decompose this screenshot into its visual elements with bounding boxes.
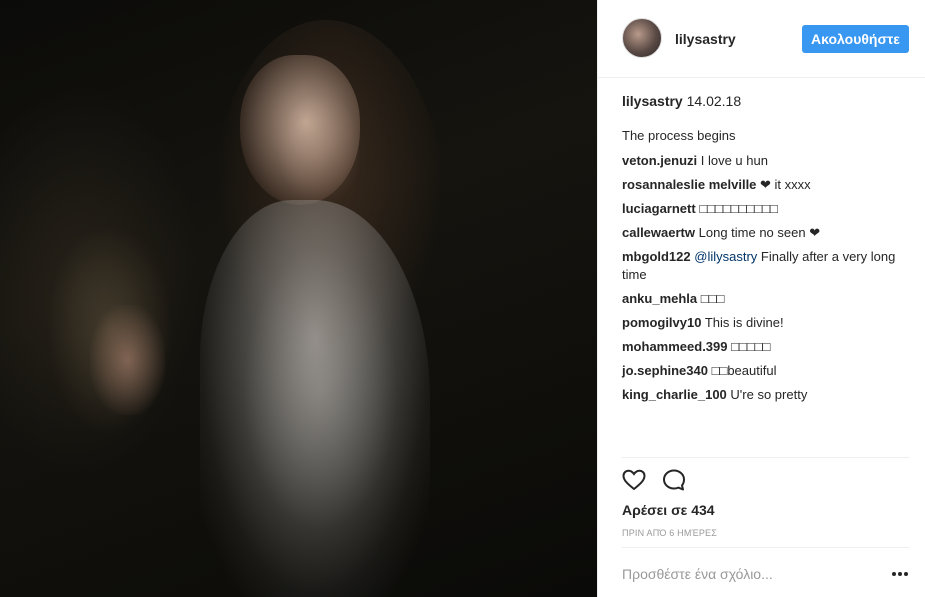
- photo-blouse: [200, 200, 430, 597]
- list-item: luciagarnett □□□□□□□□□□: [622, 200, 912, 218]
- comment-divider: [622, 547, 910, 548]
- post-photo[interactable]: [0, 0, 597, 597]
- list-item: veton.jenuzi I love u hun: [622, 152, 912, 170]
- heart-icon[interactable]: [622, 468, 646, 492]
- caption-line: lilysastry 14.02.18: [622, 92, 912, 110]
- post-description: The process begins: [622, 127, 912, 145]
- list-item: rosannaleslie melville ❤ it xxxx: [622, 176, 912, 194]
- photo-face: [240, 55, 360, 205]
- comment-username[interactable]: mbgold122: [622, 249, 691, 264]
- comment-username[interactable]: callewaertw: [622, 225, 695, 240]
- list-item: pomogilvy10 This is divine!: [622, 314, 912, 332]
- list-item: anku_mehla □□□: [622, 290, 912, 308]
- likes-count[interactable]: Αρέσει σε 434: [622, 502, 715, 518]
- comment-text: This is divine!: [704, 315, 784, 330]
- description-text: The process begins: [622, 128, 736, 143]
- caption-date: 14.02.18: [686, 93, 742, 109]
- comment-username[interactable]: luciagarnett: [622, 201, 696, 216]
- comment-text: □□beautiful: [711, 363, 777, 378]
- caption-username[interactable]: lilysastry: [622, 93, 683, 109]
- list-item: jo.sephine340 □□beautiful: [622, 362, 912, 380]
- avatar[interactable]: [622, 18, 662, 58]
- more-options-icon[interactable]: [890, 566, 910, 582]
- comment-text: □□□: [700, 291, 725, 306]
- comment-text: I love u hun: [700, 153, 768, 168]
- author-username[interactable]: lilysastry: [675, 31, 736, 47]
- comment-text: □□□□□□□□□□: [699, 201, 778, 216]
- follow-button[interactable]: Ακολουθήστε: [802, 25, 909, 53]
- comment-bubble-icon[interactable]: [662, 468, 686, 492]
- comments-list: lilysastry 14.02.18 The process begins v…: [622, 92, 912, 410]
- list-item: king_charlie_100 U're so pretty: [622, 386, 912, 404]
- comment-text: U're so pretty: [730, 387, 808, 402]
- comment-text: Long time no seen ❤: [698, 225, 821, 240]
- list-item: mbgold122 @lilysastry Finally after a ve…: [622, 248, 912, 284]
- list-item: callewaertw Long time no seen ❤: [622, 224, 912, 242]
- comment-mention[interactable]: @lilysastry: [694, 249, 757, 264]
- post-timestamp: ΠΡΙΝ ΑΠΌ 6 ΗΜΈΡΕΣ: [622, 528, 718, 538]
- comment-username[interactable]: anku_mehla: [622, 291, 697, 306]
- comment-text: ❤ it xxxx: [760, 177, 811, 192]
- comment-username[interactable]: jo.sephine340: [622, 363, 708, 378]
- comment-text: □□□□□: [731, 339, 771, 354]
- post-side-panel: lilysastry Ακολουθήστε lilysastry 14.02.…: [597, 0, 925, 597]
- comment-username[interactable]: pomogilvy10: [622, 315, 701, 330]
- comment-username[interactable]: king_charlie_100: [622, 387, 727, 402]
- photo-hand: [90, 305, 165, 415]
- add-comment-input[interactable]: [622, 562, 877, 586]
- list-item: mohammeed.399 □□□□□: [622, 338, 912, 356]
- comment-username[interactable]: veton.jenuzi: [622, 153, 697, 168]
- comment-username[interactable]: rosannaleslie melville: [622, 177, 756, 192]
- comment-username[interactable]: mohammeed.399: [622, 339, 728, 354]
- post-header: lilysastry Ακολουθήστε: [598, 0, 925, 78]
- actions-divider: [622, 457, 910, 458]
